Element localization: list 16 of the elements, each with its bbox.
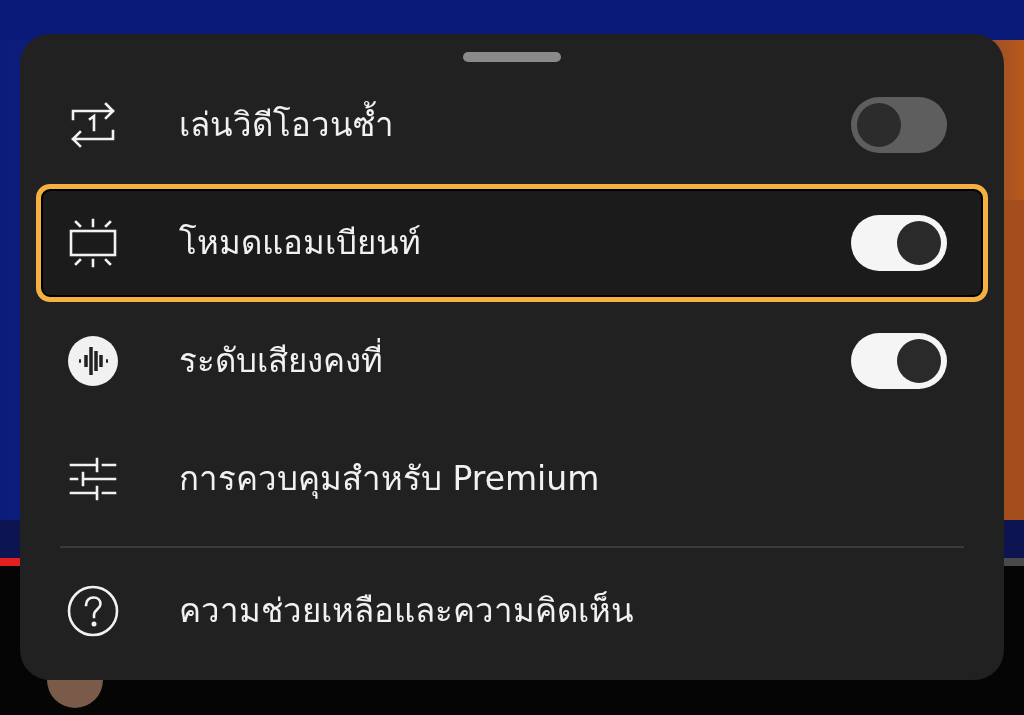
highlighted-menu-row[interactable]: โหมดแอมเบียนท์: [36, 184, 988, 302]
toggle-switch[interactable]: [851, 333, 947, 389]
menu-row[interactable]: การควบคุมสำหรับ Premium: [36, 420, 988, 538]
sound-wave-icon: [65, 333, 121, 389]
menu-label: ระดับเสียงคงที่: [179, 336, 851, 386]
menu-row[interactable]: ความช่วยเหลือและความคิดเห็น: [36, 552, 988, 670]
menu-label: เล่นวิดีโอวนซ้ำ: [179, 100, 851, 150]
toggle-switch[interactable]: [851, 97, 947, 153]
drag-handle[interactable]: [463, 52, 561, 62]
menu-label: ความช่วยเหลือและความคิดเห็น: [179, 590, 635, 633]
toggle-switch[interactable]: [851, 215, 947, 271]
menu-label: การควบคุมสำหรับ Premium: [179, 458, 601, 501]
menu-row[interactable]: เล่นวิดีโอวนซ้ำ: [36, 66, 988, 184]
menu-label: โหมดแอมเบียนท์: [179, 222, 422, 265]
help-icon: [65, 583, 121, 639]
menu-row[interactable]: ระดับเสียงคงที่: [36, 302, 988, 420]
